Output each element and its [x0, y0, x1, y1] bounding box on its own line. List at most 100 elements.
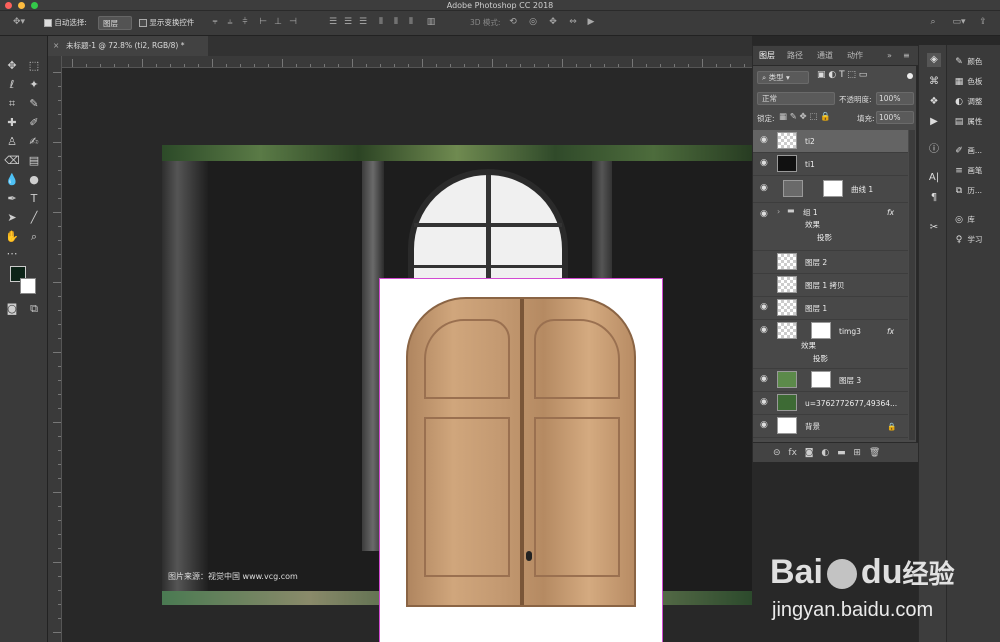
layer-row-background[interactable]: ◉ 背景 🔒 [753, 415, 908, 438]
visibility-eye-icon[interactable]: ◉ [760, 184, 770, 193]
gradient-icon[interactable]: ▤ [26, 153, 42, 169]
align-vcenter-icon[interactable]: ⫨ [225, 17, 235, 28]
layer-row-timg3[interactable]: ◉ timg3 fx 效果 投影 [753, 320, 908, 369]
auto-select-dropdown[interactable]: 图层 [98, 16, 132, 30]
visibility-eye-icon[interactable]: ◉ [760, 326, 770, 335]
background-color-swatch[interactable] [20, 278, 36, 294]
tools-preset-icon[interactable]: ✂ [927, 221, 941, 235]
brush-tool-icon[interactable]: ✐ [26, 115, 42, 131]
filter-icons[interactable]: ▣ ◐ T ⬚ ▭ [817, 70, 867, 80]
move-tool-icon[interactable]: ✥▾ [10, 17, 28, 28]
lasso-tool-icon[interactable]: ℓ [4, 77, 20, 93]
auto-select-checkbox[interactable] [44, 19, 52, 27]
align-bottom-icon[interactable]: ⫩ [240, 17, 250, 28]
magic-wand-icon[interactable]: ✦ [26, 77, 42, 93]
auto-select-checkbox-group[interactable]: 自动选择: [44, 16, 87, 30]
search-icon[interactable]: ⌕ [928, 17, 938, 28]
align-left-icon[interactable]: ⊢ [258, 17, 268, 28]
layers-panel-icon[interactable]: ◈ [927, 53, 941, 67]
align-right-icon[interactable]: ⊣ [288, 17, 298, 28]
crop-tool-icon[interactable]: ⌗ [4, 96, 20, 112]
distribute-top-icon[interactable]: ☰ [328, 17, 338, 28]
panel-menu-icon[interactable]: ≡ [903, 46, 910, 66]
document-tab[interactable]: × 未标题-1 @ 72.8% (ti2, RGB/8) * [48, 36, 208, 56]
blend-mode-dropdown[interactable]: 正常 [757, 92, 835, 105]
hand-tool-icon[interactable]: ✋ [4, 229, 20, 245]
panel-brush-settings[interactable]: ✐ 画... [953, 144, 982, 158]
fill-input[interactable]: 100% [876, 111, 914, 124]
character-icon[interactable]: A| [927, 171, 941, 185]
eraser-icon[interactable]: ⌫ [4, 153, 20, 169]
clone-stamp-icon[interactable]: ♙ [4, 134, 20, 150]
visibility-eye-icon[interactable]: ◉ [760, 375, 770, 384]
layer-row-group1[interactable]: ◉ › ▬ 组 1 fx 效果 投影 [753, 203, 908, 251]
pen-tool-icon[interactable]: ✒ [4, 191, 20, 207]
3d-slide-icon[interactable]: ⇔ [568, 17, 578, 28]
actions-play-icon[interactable]: ▶ [927, 115, 941, 129]
share-icon[interactable]: ⇪ [978, 17, 988, 28]
screen-mode-icon[interactable]: ⧉ [26, 301, 42, 317]
panel-learn[interactable]: ♀ 学习 [953, 233, 983, 247]
layer-row-layer1-copy[interactable]: 图层 1 拷贝 [753, 274, 908, 297]
filter-toggle-icon[interactable] [907, 73, 913, 79]
zoom-tool-icon[interactable]: ⌕ [26, 229, 42, 245]
move-tool-icon[interactable]: ✥ [4, 58, 20, 74]
align-hcenter-icon[interactable]: ⊥ [273, 17, 283, 28]
layer-row-curves[interactable]: ◉ 曲线 1 [753, 176, 908, 203]
panel-history[interactable]: ⧉ 历... [953, 184, 982, 198]
tab-actions[interactable]: 动作 [847, 46, 863, 66]
lock-icons[interactable]: ▦ ✎ ✥ ⬚ 🔒 [779, 112, 831, 122]
distribute-right-icon[interactable]: ⦀ [406, 17, 416, 28]
layer-row-layer2[interactable]: 图层 2 [753, 251, 908, 274]
selected-layer-bounds[interactable] [379, 278, 663, 642]
healing-brush-icon[interactable]: ✚ [4, 115, 20, 131]
panel-swatches[interactable]: ▦ 色板 [953, 75, 983, 89]
distribute-hcenter-icon[interactable]: ⦀ [391, 17, 401, 28]
panel-adjustments[interactable]: ◐ 调整 [953, 95, 982, 109]
paragraph-icon[interactable]: ¶ [927, 191, 941, 205]
tab-channels[interactable]: 通道 [817, 46, 833, 66]
distribute-vcenter-icon[interactable]: ☰ [343, 17, 353, 28]
dodge-icon[interactable]: ● [26, 172, 42, 188]
blur-icon[interactable]: 💧 [4, 172, 20, 188]
visibility-eye-icon[interactable]: ◉ [760, 159, 770, 168]
layer-row-ti1[interactable]: ◉ ti1 [753, 153, 908, 176]
marquee-tool-icon[interactable]: ⬚ [26, 58, 42, 74]
panel-brushes[interactable]: ≡ 画笔 [953, 164, 982, 178]
tab-layers[interactable]: 图层 [759, 46, 775, 66]
workspace-icon[interactable]: ▭▾ [950, 17, 968, 28]
quick-mask-icon[interactable]: ◙ [4, 301, 20, 317]
distribute-left-icon[interactable]: ⦀ [376, 17, 386, 28]
eyedropper-icon[interactable]: ✎ [26, 96, 42, 112]
channels-icon[interactable]: ❖ [927, 95, 941, 109]
panel-properties[interactable]: ▤ 属性 [953, 115, 983, 129]
visibility-eye-icon[interactable]: ◉ [760, 398, 770, 407]
layer-row-photo[interactable]: ◉ u=3762772677,49364... [753, 392, 908, 415]
3d-pan-icon[interactable]: ✥ [548, 17, 558, 28]
layer-actions-bar[interactable]: ⊝ fx ◙ ◐ ▬ ⊞ 🗑 [753, 442, 918, 462]
visibility-eye-icon[interactable] [760, 258, 770, 265]
show-transform-checkbox-group[interactable]: 显示变换控件 [139, 16, 194, 30]
visibility-eye-icon[interactable]: ◉ [760, 136, 770, 145]
panel-libraries[interactable]: ◎ 库 [953, 213, 975, 227]
layer-filter-dropdown[interactable]: ⌕ 类型 ▾ [757, 71, 809, 84]
3d-scale-icon[interactable]: ▶ [586, 17, 596, 28]
layer-list-scrollbar[interactable] [909, 130, 915, 440]
visibility-eye-icon[interactable]: ◉ [760, 421, 770, 430]
fx-badge[interactable]: fx [887, 203, 894, 223]
more-tools-icon[interactable]: ⋯ [4, 246, 20, 262]
panel-collapse-icon[interactable]: » [887, 46, 892, 66]
layer-row-ti2[interactable]: ◉ ti2 [753, 130, 908, 153]
3d-orbit-icon[interactable]: ⟲ [508, 17, 518, 28]
visibility-eye-icon[interactable]: ◉ [760, 303, 770, 312]
paths-icon[interactable]: ⌘ [927, 75, 941, 89]
panel-color[interactable]: ✎ 颜色 [953, 55, 982, 69]
tab-paths[interactable]: 路径 [787, 46, 803, 66]
3d-roll-icon[interactable]: ◎ [528, 17, 538, 28]
auto-align-icon[interactable]: ▥ [426, 17, 436, 28]
line-tool-icon[interactable]: ╱ [26, 210, 42, 226]
show-transform-checkbox[interactable] [139, 19, 147, 27]
close-tab-icon[interactable]: × [53, 36, 59, 56]
info-icon[interactable]: ⓘ [927, 143, 941, 157]
visibility-eye-icon[interactable]: ◉ [760, 210, 770, 219]
